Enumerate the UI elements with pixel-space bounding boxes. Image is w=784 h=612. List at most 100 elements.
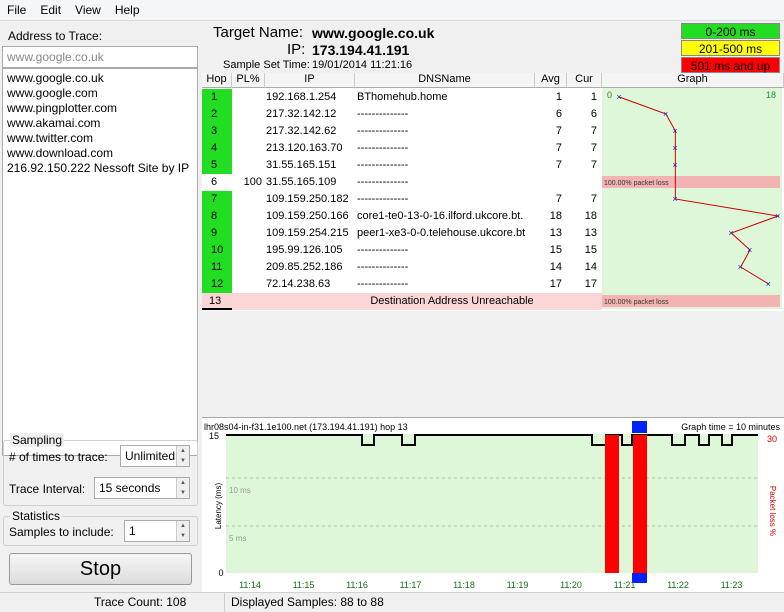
hop-cur: 6: [590, 108, 597, 120]
hop-ip: 195.99.126.105: [266, 244, 343, 256]
hop-number: 6: [211, 176, 218, 188]
list-item[interactable]: 216.92.150.222 Nessoft Site by IP: [7, 161, 193, 176]
table-row-destination[interactable]: 13 Destination Address Unreachable: [202, 293, 602, 310]
hop-number: 2: [202, 106, 232, 123]
menu-edit[interactable]: Edit: [33, 0, 68, 20]
x-tick: 11:21: [614, 580, 636, 590]
latency-point: ×: [738, 262, 743, 272]
interval-value: 15 seconds: [99, 481, 161, 495]
col-cur[interactable]: Cur: [567, 73, 602, 88]
hop-ip: 217.32.142.12: [266, 108, 337, 120]
col-pl[interactable]: PL%: [232, 73, 265, 88]
list-item[interactable]: www.pingplotter.com: [7, 101, 193, 116]
hop-dns: --------------: [357, 244, 409, 256]
col-dns[interactable]: DNSName: [355, 73, 535, 88]
packet-loss: [232, 89, 262, 106]
table-row[interactable]: 6 100 31.55.165.109 --------------: [202, 174, 602, 191]
hop-ip: 192.168.1.254: [266, 91, 337, 103]
time-marker-top[interactable]: [632, 421, 647, 433]
hop-ip: 217.32.142.62: [266, 125, 337, 137]
packet-loss: [232, 191, 262, 208]
packet-loss: [232, 157, 262, 174]
col-hop[interactable]: Hop: [202, 73, 232, 88]
samples-label: Samples to include:: [9, 525, 114, 539]
hop-number: 12: [202, 276, 232, 293]
hop-cur: 14: [584, 261, 597, 273]
table-row[interactable]: 8 109.159.250.166 core1-te0-13-0-16.ilford…: [202, 208, 602, 225]
target-name: www.google.co.uk: [312, 25, 435, 41]
status-bar: Trace Count: 108 Displayed Samples: 88 t…: [0, 592, 784, 612]
table-row[interactable]: 1 192.168.1.254 BThomehub.home 1 1: [202, 89, 602, 106]
hop-cur: [567, 174, 597, 191]
address-input[interactable]: www.google.co.uk: [2, 46, 198, 68]
x-tick: 11:15: [293, 580, 315, 590]
table-row[interactable]: 5 31.55.165.151 -------------- 7 7: [202, 157, 602, 174]
times-value: Unlimited: [125, 449, 176, 463]
x-tick: 11:22: [667, 580, 689, 590]
address-list[interactable]: www.google.co.uk www.google.com www.ping…: [2, 68, 198, 456]
list-item[interactable]: www.download.com: [7, 146, 193, 161]
col-avg[interactable]: Avg: [535, 73, 567, 88]
hop-dns: --------------: [357, 125, 409, 137]
hop-number: 4: [202, 140, 232, 157]
sample-set-time: 19/01/2014 11:21:16: [312, 59, 413, 71]
samples-input[interactable]: 1 ▲ ▼: [124, 520, 190, 542]
times-to-trace-input[interactable]: Unlimited ▲ ▼: [120, 445, 190, 467]
statistics-title: Statistics: [10, 509, 63, 523]
stop-button[interactable]: Stop: [9, 553, 192, 585]
menu-file[interactable]: File: [0, 0, 33, 20]
hop-number: 10: [202, 242, 232, 259]
list-item[interactable]: www.akamai.com: [7, 116, 193, 131]
interval-label: Trace Interval:: [9, 482, 86, 496]
interval-spinner[interactable]: ▲ ▼: [176, 478, 189, 498]
latency-point: ×: [672, 126, 677, 136]
hop-avg: 6: [555, 108, 562, 120]
table-row[interactable]: 11 209.85.252.186 -------------- 14 14: [202, 259, 602, 276]
table-row[interactable]: 4 213.120.163.70 -------------- 7 7: [202, 140, 602, 157]
table-row[interactable]: 12 72.14.238.63 -------------- 17 17: [202, 276, 602, 293]
target-name-label: Target Name:: [213, 24, 304, 41]
x-tick: 11:14: [239, 580, 261, 590]
hop-avg: 18: [549, 210, 562, 222]
samples-spinner[interactable]: ▲ ▼: [176, 521, 189, 541]
hop-number: 7: [202, 191, 232, 208]
list-item[interactable]: www.google.co.uk: [7, 71, 193, 86]
hop-avg: 1: [555, 91, 562, 103]
latency-point: ×: [616, 92, 621, 102]
history-title: lhr08s04-in-f31.1e100.net (173.194.41.19…: [204, 422, 408, 432]
packet-loss: 100: [243, 176, 262, 188]
hop-avg: 13: [549, 227, 562, 239]
graph-time: Graph time = 10 minutes: [681, 422, 780, 432]
hop-cur: 7: [590, 159, 597, 171]
hop-cur: 18: [584, 210, 597, 222]
displayed-samples: Displayed Samples: 88 to 88: [231, 595, 384, 609]
hop-avg: 14: [549, 261, 562, 273]
list-item[interactable]: www.twitter.com: [7, 131, 193, 146]
ip-value: 173.194.41.191: [312, 42, 410, 58]
hop-ip: 209.85.252.186: [266, 261, 343, 273]
col-graph[interactable]: Graph: [602, 73, 784, 88]
trace-interval-input[interactable]: 15 seconds ▲ ▼: [94, 477, 190, 499]
history-loss-bar: [633, 435, 647, 573]
latency-point: ×: [766, 279, 771, 289]
sample-set-label: Sample Set Time:: [223, 59, 310, 71]
times-spinner[interactable]: ▲ ▼: [176, 446, 189, 466]
hop-latency-graph: 0 18 100.00% packet loss 100.00% packet los…: [602, 90, 780, 307]
table-row[interactable]: 10 195.99.126.105 -------------- 15 15: [202, 242, 602, 259]
hop-ip: 72.14.238.63: [266, 278, 331, 290]
table-row[interactable]: 2 217.32.142.12 -------------- 6 6: [202, 106, 602, 123]
table-row[interactable]: 9 109.159.254.215 peer1-xe3-0-0.telehouse.…: [202, 225, 602, 242]
menu-view[interactable]: View: [68, 0, 108, 20]
col-ip[interactable]: IP: [265, 73, 355, 88]
hop-cur: 17: [584, 278, 597, 290]
menu-help[interactable]: Help: [108, 0, 147, 20]
packet-loss-label: 100.00% packet loss: [604, 180, 669, 187]
list-item[interactable]: www.google.com: [7, 86, 193, 101]
y-tick-bottom: 0: [218, 568, 223, 578]
hop-dns: --------------: [357, 108, 409, 120]
hop-cur: 15: [584, 244, 597, 256]
history-grid-label: 5 ms: [229, 534, 246, 543]
table-row[interactable]: 7 109.159.250.182 -------------- 7 7: [202, 191, 602, 208]
hop-dns: BThomehub.home: [357, 91, 448, 103]
table-row[interactable]: 3 217.32.142.62 -------------- 7 7: [202, 123, 602, 140]
